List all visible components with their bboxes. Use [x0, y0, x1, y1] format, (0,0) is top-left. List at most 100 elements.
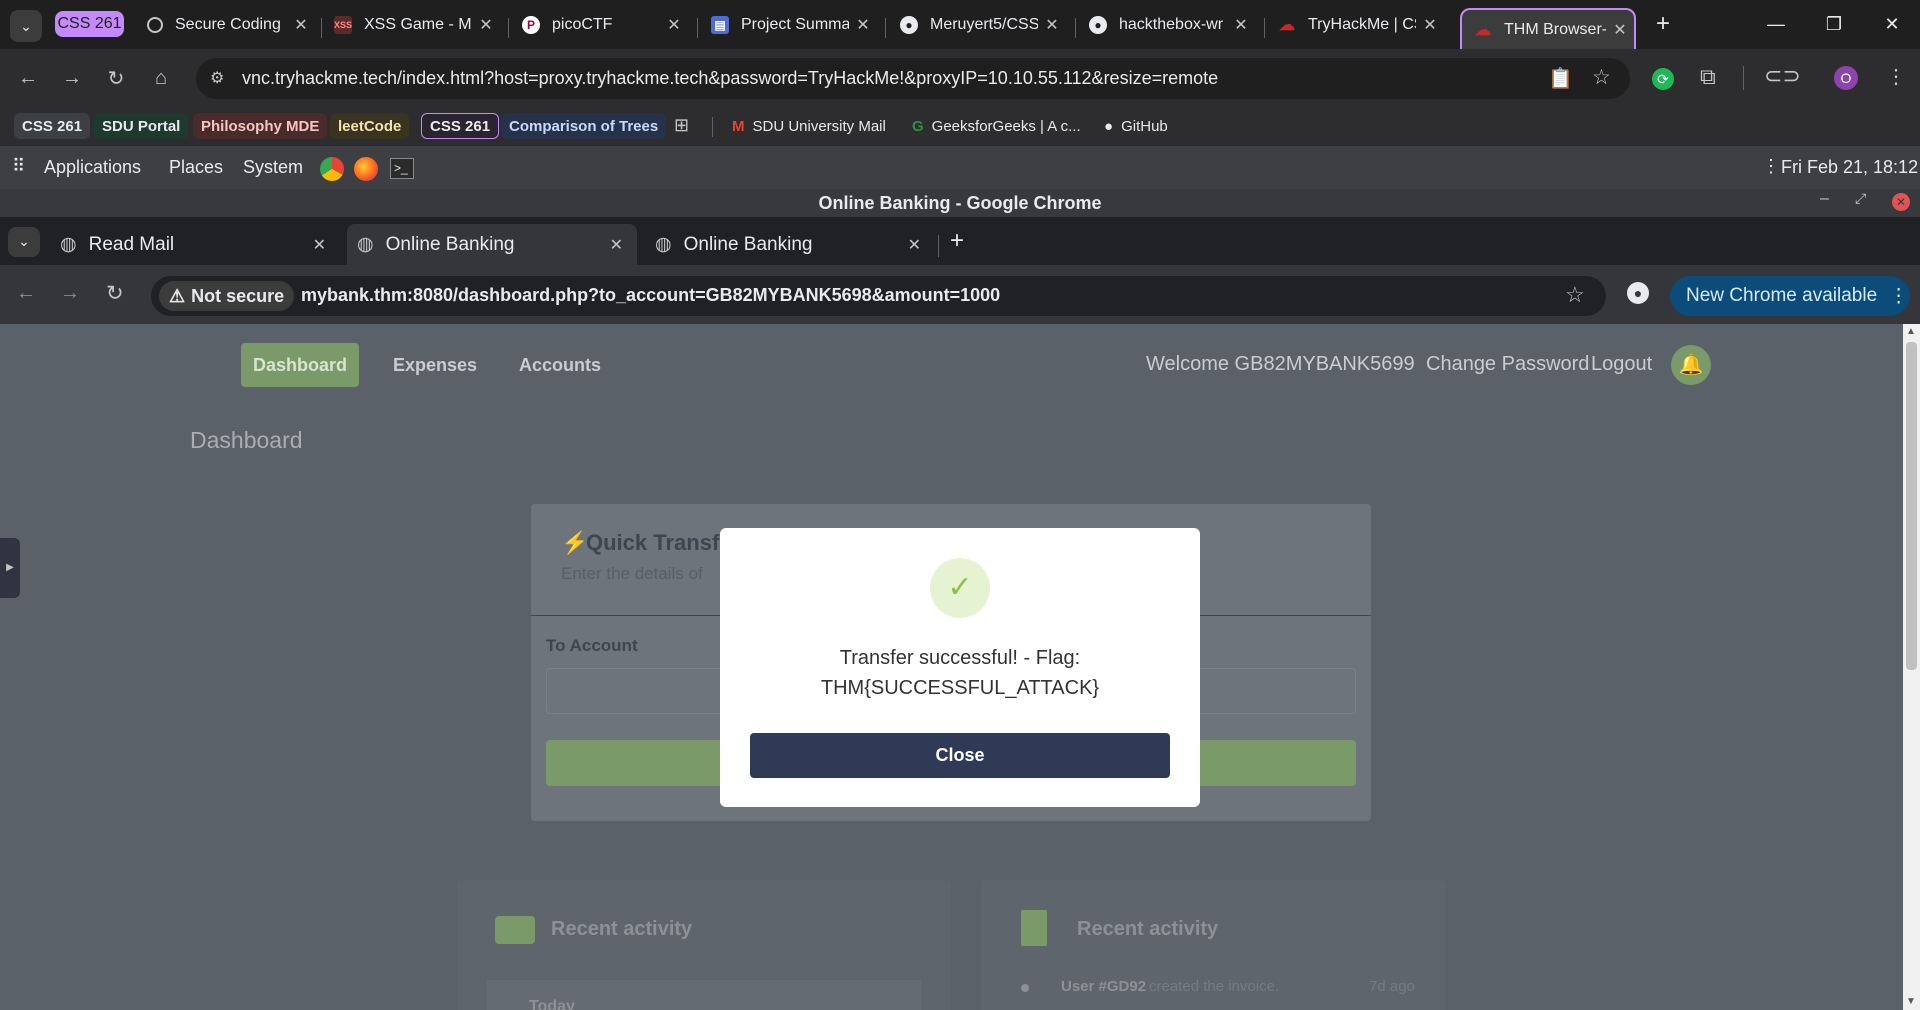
- inner-minimize-button[interactable]: –: [1820, 190, 1829, 208]
- update-chrome-button[interactable]: New Chrome available ⋮: [1670, 276, 1910, 316]
- warning-icon: ⚠: [169, 285, 186, 306]
- nav-dashboard[interactable]: Dashboard: [241, 343, 359, 387]
- inner-maximize-button[interactable]: ⤢: [1855, 190, 1866, 207]
- github-icon: ●: [1089, 16, 1107, 34]
- new-tab-button[interactable]: +: [1648, 10, 1678, 40]
- browser-tab[interactable]: Secure Coding ✕: [135, 7, 315, 43]
- activity-time: 7d ago: [1369, 978, 1415, 995]
- bookmarks-bar: CSS 261 SDU Portal Philosophy MDE leetCo…: [0, 107, 1920, 145]
- close-icon[interactable]: ✕: [287, 15, 315, 35]
- apps-grid-icon[interactable]: ⠿: [12, 156, 25, 177]
- change-password-link[interactable]: Change Password: [1426, 353, 1589, 376]
- globe-icon: ◍: [655, 234, 672, 255]
- address-bar[interactable]: ⚙ vnc.tryhackme.tech/index.html?host=pro…: [196, 58, 1630, 99]
- profile-icon[interactable]: ●: [1627, 282, 1649, 304]
- scrollbar-thumb[interactable]: [1906, 342, 1917, 670]
- bookmark-item[interactable]: Comparison of Trees: [501, 113, 667, 139]
- nav-accounts[interactable]: Accounts: [519, 355, 601, 376]
- apps-grid-icon[interactable]: ⊞: [674, 115, 689, 136]
- bookmark-item[interactable]: Philosophy MDE: [193, 113, 328, 139]
- browser-tab[interactable]: ● hackthebox-wr ✕: [1077, 7, 1255, 43]
- firefox-launcher-icon[interactable]: [354, 157, 378, 181]
- terminal-launcher-icon[interactable]: >_: [390, 158, 414, 179]
- browser-tab[interactable]: ▤ Project Summa ✕: [699, 7, 877, 43]
- bookmark-item[interactable]: SDU Portal: [94, 113, 189, 139]
- tab-group-badge[interactable]: CSS 261: [55, 11, 124, 37]
- scroll-up-arrow[interactable]: ▲: [1906, 326, 1916, 337]
- close-icon[interactable]: ✕: [849, 15, 877, 35]
- close-icon[interactable]: ✕: [1227, 15, 1255, 35]
- forward-button[interactable]: →: [56, 62, 88, 94]
- inner-tab[interactable]: ◍ Read Mail ✕: [50, 224, 340, 265]
- forward-button[interactable]: →: [60, 282, 80, 305]
- to-account-label: To Account: [546, 636, 638, 655]
- bookmark-item[interactable]: CSS 261: [14, 113, 91, 139]
- inner-tab-active[interactable]: ◍ Online Banking ✕: [347, 224, 637, 265]
- close-icon[interactable]: ✕: [660, 15, 688, 35]
- side-drawer-handle[interactable]: ▶: [0, 538, 20, 598]
- tryhackme-icon: ☁: [1475, 21, 1491, 39]
- bookmark-item[interactable]: CSS 261: [421, 113, 500, 139]
- tryhackme-icon: ☁: [1279, 17, 1295, 34]
- logout-link[interactable]: Logout: [1591, 353, 1652, 376]
- browser-tab[interactable]: ● Meruyert5/CSS ✕: [888, 7, 1066, 43]
- close-icon[interactable]: ✕: [313, 235, 326, 255]
- close-icon[interactable]: ✕: [1416, 15, 1444, 35]
- clipboard-icon[interactable]: 📋: [1548, 66, 1573, 91]
- new-tab-button[interactable]: +: [950, 227, 964, 255]
- welcome-text: Welcome GB82MYBANK5699: [1146, 353, 1415, 375]
- profile-avatar[interactable]: O: [1834, 66, 1858, 90]
- transfer-success-modal: ✓ Transfer successful! - Flag: THM{SUCCE…: [720, 528, 1200, 807]
- bookmark-link[interactable]: M SDU University Mail: [732, 113, 886, 139]
- link-icon[interactable]: ⊂⊃: [1764, 63, 1801, 89]
- scroll-down-arrow[interactable]: ▼: [1906, 996, 1916, 1007]
- page-scrollbar[interactable]: ▲ ▼: [1903, 324, 1920, 1010]
- reload-button[interactable]: ↻: [106, 281, 124, 306]
- panel-menu-system[interactable]: System: [243, 157, 303, 178]
- inner-window-title: Online Banking - Google Chrome: [0, 189, 1920, 217]
- bookmark-link[interactable]: ● GitHub: [1104, 113, 1168, 139]
- inner-tab[interactable]: ◍ Online Banking ✕: [645, 224, 935, 265]
- back-button[interactable]: ←: [16, 282, 36, 305]
- close-window-button[interactable]: ✕: [1864, 0, 1920, 49]
- restore-button[interactable]: ❐: [1806, 0, 1862, 49]
- panel-menu-places[interactable]: Places: [169, 157, 223, 178]
- browser-tab[interactable]: ☁ TryHackMe | CS ✕: [1266, 7, 1444, 43]
- chevron-down-icon: ⌄: [18, 233, 30, 249]
- site-info-icon[interactable]: ⚙: [210, 68, 224, 88]
- browser-tab-active[interactable]: ☁ THM Browser-E✕: [1460, 8, 1636, 49]
- modal-close-button[interactable]: Close: [750, 733, 1170, 778]
- tab-search-button[interactable]: ⌄: [10, 10, 42, 42]
- nav-expenses[interactable]: Expenses: [393, 355, 477, 376]
- security-chip[interactable]: ⚠ Not secure: [159, 281, 295, 311]
- inner-address-bar[interactable]: ⚠ Not secure mybank.thm:8080/dashboard.ph…: [151, 276, 1606, 316]
- success-check-icon: ✓: [930, 558, 990, 618]
- tab-separator: [938, 235, 939, 257]
- panel-menu-icon[interactable]: ⋮: [1762, 156, 1780, 177]
- extensions-puzzle-icon[interactable]: ⧉: [1700, 64, 1716, 90]
- close-icon[interactable]: ✕: [1038, 15, 1066, 35]
- minimize-button[interactable]: —: [1748, 0, 1804, 49]
- bell-icon[interactable]: 🔔: [1671, 345, 1711, 385]
- recent-activity-card-left: Recent activity Today: [457, 880, 951, 1010]
- extension-icon[interactable]: ⟳: [1652, 68, 1674, 90]
- browser-tab[interactable]: P picoCTF ✕: [510, 7, 688, 43]
- browser-tab[interactable]: XSS XSS Game - Ma ✕: [322, 7, 500, 43]
- money-icon: [495, 916, 535, 944]
- home-button[interactable]: ⌂: [145, 62, 177, 94]
- tab-search-button[interactable]: ⌄: [8, 227, 40, 257]
- close-icon[interactable]: ✕: [472, 15, 500, 35]
- chrome-menu-icon[interactable]: ⋮: [1886, 64, 1906, 89]
- close-icon[interactable]: ✕: [610, 235, 623, 255]
- bookmark-star-icon[interactable]: ☆: [1565, 282, 1585, 308]
- close-icon[interactable]: ✕: [908, 235, 921, 255]
- reload-button[interactable]: ↻: [100, 62, 132, 94]
- bookmark-item[interactable]: leetCode: [330, 113, 410, 139]
- bookmark-link[interactable]: G GeeksforGeeks | A c...: [912, 113, 1081, 139]
- close-icon[interactable]: ✕: [1606, 20, 1634, 40]
- back-button[interactable]: ←: [12, 62, 44, 94]
- chrome-launcher-icon[interactable]: [320, 157, 344, 181]
- bookmark-star-icon[interactable]: ☆: [1592, 65, 1611, 90]
- inner-close-button[interactable]: ✕: [1892, 193, 1910, 211]
- panel-menu-applications[interactable]: Applications: [44, 157, 141, 178]
